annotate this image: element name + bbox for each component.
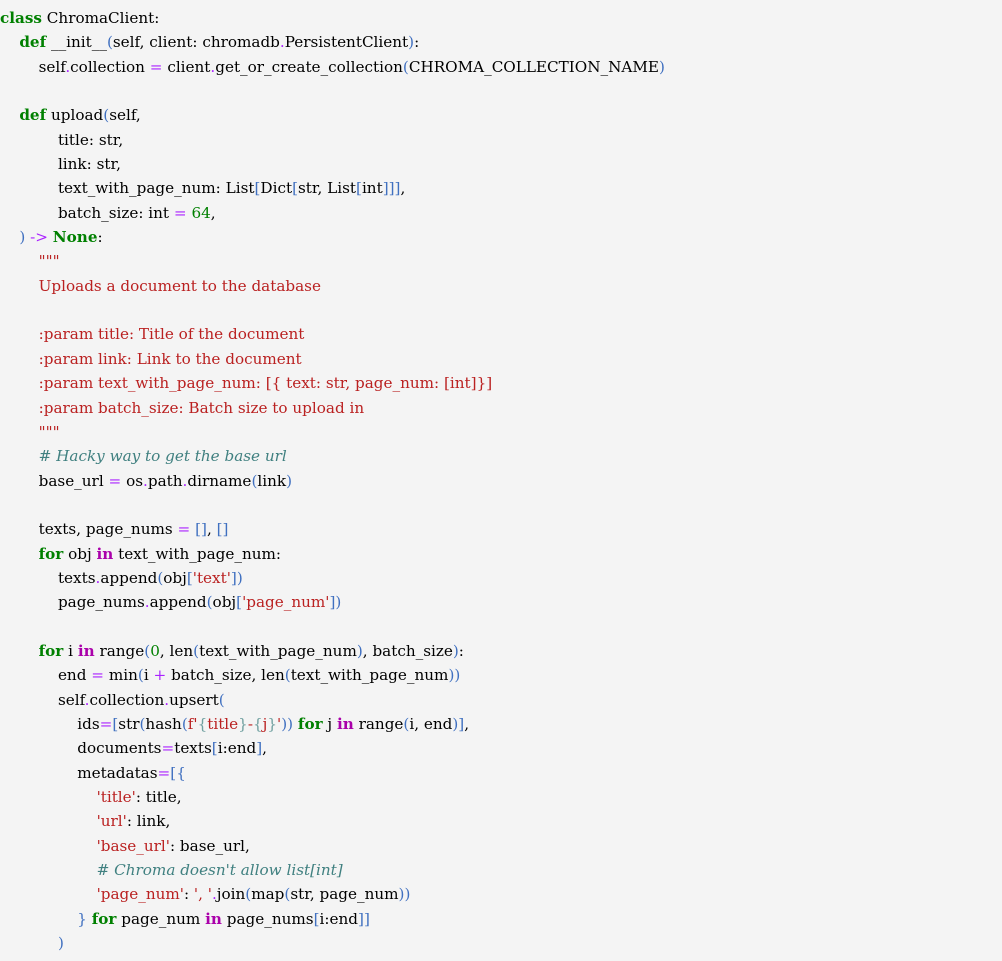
code-line: texts, page_nums = [], [] — [38, 520, 229, 539]
code-line: text_with_page_num: List[Dict[str, List[… — [57, 179, 406, 198]
code-line: title: str, — [57, 130, 124, 149]
code-line: self.collection = client.get_or_create_c… — [38, 57, 665, 76]
code-line: 'base_url': base_url, — [96, 836, 250, 855]
code-viewer: class ChromaClient: def __init__(self, c… — [0, 0, 1002, 961]
code-line: metadatas=[{ — [77, 763, 186, 782]
code-line: :param batch_size: Batch size to upload … — [38, 398, 365, 417]
code-line: def __init__(self, client: chromadb.Pers… — [19, 33, 420, 52]
code-line: texts.append(obj['text']) — [57, 568, 243, 587]
code-line: base_url = os.path.dirname(link) — [38, 471, 293, 490]
code-line: for i in range(0, len(text_with_page_num… — [38, 641, 464, 660]
code-line: page_nums.append(obj['page_num']) — [57, 593, 342, 612]
code-line: class ChromaClient: — [0, 9, 160, 27]
code-line: def upload(self, — [19, 106, 141, 125]
code-line: # Chroma doesn't allow list[int] — [96, 861, 343, 880]
code-line: documents=texts[i:end], — [77, 739, 267, 758]
code-line: 'url': link, — [96, 812, 171, 831]
code-line: ) — [57, 934, 64, 953]
code-line: """ — [38, 422, 60, 441]
source-code-listing[interactable]: class ChromaClient: def __init__(self, c… — [0, 6, 1002, 955]
code-line: :param title: Title of the document — [38, 325, 305, 344]
code-line: 'page_num': ', '.join(map(str, page_num)… — [96, 885, 411, 904]
code-line: ) -> None: — [19, 228, 103, 247]
code-line: self.collection.upsert( — [57, 690, 225, 709]
code-line: ids=[str(hash(f'{title}-{j}')) for j in … — [77, 714, 470, 733]
code-line: Uploads a document to the database — [38, 276, 321, 295]
code-line: batch_size: int = 64, — [57, 203, 216, 222]
code-line: 'title': title, — [96, 788, 182, 806]
code-line: for obj in text_with_page_num: — [38, 544, 282, 563]
code-line: """ — [38, 252, 60, 271]
code-line: :param text_with_page_num: [{ text: str,… — [38, 374, 493, 393]
code-line: } for page_num in page_nums[i:end]] — [77, 909, 370, 928]
code-line: :param link: Link to the document — [38, 349, 302, 368]
code-line: end = min(i + batch_size, len(text_with_… — [57, 666, 461, 685]
code-line: link: str, — [57, 155, 121, 174]
code-line: # Hacky way to get the base url — [38, 447, 287, 466]
